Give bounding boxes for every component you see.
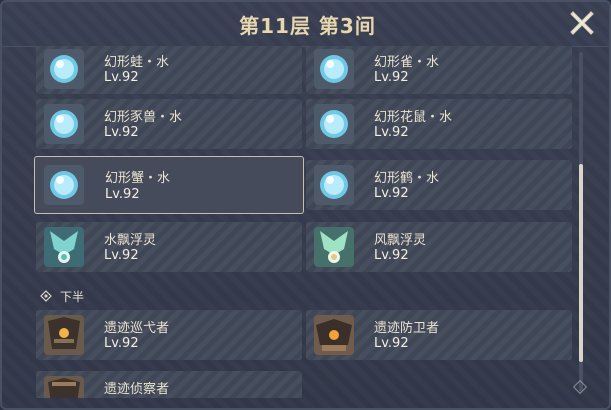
ruin-machine-icon <box>44 376 84 398</box>
enemy-level: Lv.92 <box>374 186 409 201</box>
enemy-card[interactable]: 幻形蛙・水 Lv.92 <box>36 46 302 94</box>
close-icon <box>570 11 594 35</box>
hydro-orb-icon <box>44 49 84 89</box>
section-label: 下半 <box>60 289 85 304</box>
enemy-name: 遗迹防卫者 <box>374 321 440 336</box>
enemy-card[interactable]: 幻形雀・水 Lv.92 <box>306 46 572 94</box>
enemy-name: 遗迹侦察者 <box>104 382 170 397</box>
diamond-icon <box>40 290 52 302</box>
hydro-orb-icon <box>314 49 354 89</box>
enemy-level: Lv.92 <box>104 70 139 85</box>
enemy-card[interactable]: 遗迹巡弋者 Lv.92 <box>36 310 302 360</box>
enemy-card[interactable]: 水飘浮灵 Lv.92 <box>36 222 302 272</box>
enemy-level: Lv.92 <box>104 336 139 351</box>
enemy-card[interactable]: 遗迹防卫者 Lv.92 <box>306 310 572 360</box>
ruin-machine-icon <box>314 315 354 355</box>
section-header-second-half: 下半 <box>40 286 84 306</box>
enemy-level: Lv.92 <box>374 125 409 140</box>
enemy-name: 水飘浮灵 <box>104 233 157 248</box>
enemy-level: Lv.92 <box>374 248 409 263</box>
enemy-card[interactable]: 遗迹侦察者 <box>36 371 302 398</box>
hydro-orb-icon <box>44 104 84 144</box>
enemy-name: 幻形蟹・水 <box>105 171 171 186</box>
enemy-level: Lv.92 <box>104 125 139 140</box>
enemy-level: Lv.92 <box>104 248 139 263</box>
scrollbar-track[interactable] <box>579 52 583 392</box>
hydro-orb-icon <box>44 165 84 205</box>
scrollbar-thumb[interactable] <box>579 164 583 362</box>
hydro-orb-icon <box>314 165 354 205</box>
enemy-list-panel: 第11层 第3间 幻形蛙・水 Lv.92 幻形雀・水 Lv.92 幻形豕兽・水 … <box>0 0 611 410</box>
enemy-name: 幻形雀・水 <box>374 55 440 70</box>
enemy-card[interactable]: 幻形花鼠・水 Lv.92 <box>306 99 572 149</box>
enemy-name: 幻形花鼠・水 <box>374 110 453 125</box>
enemy-level: Lv.92 <box>374 336 409 351</box>
enemy-card[interactable]: 幻形鹤・水 Lv.92 <box>306 160 572 210</box>
enemy-name: 风飘浮灵 <box>374 233 427 248</box>
hydro-specter-icon <box>44 227 84 267</box>
panel-title: 第11层 第3间 <box>239 13 376 38</box>
enemy-card[interactable]: 风飘浮灵 Lv.92 <box>306 222 572 272</box>
hydro-orb-icon <box>314 104 354 144</box>
enemy-name: 幻形蛙・水 <box>104 55 170 70</box>
enemy-card-selected[interactable]: 幻形蟹・水 Lv.92 <box>34 156 304 214</box>
enemy-level: Lv.92 <box>105 187 140 202</box>
corner-decoration <box>572 379 588 395</box>
enemy-name: 幻形豕兽・水 <box>104 110 183 125</box>
ruin-machine-icon <box>44 315 84 355</box>
close-button[interactable] <box>569 10 595 36</box>
anemo-specter-icon <box>314 227 354 267</box>
enemy-name: 幻形鹤・水 <box>374 171 440 186</box>
enemy-level: Lv.92 <box>374 70 409 85</box>
enemy-list[interactable]: 幻形蛙・水 Lv.92 幻形雀・水 Lv.92 幻形豕兽・水 Lv.92 幻形花… <box>34 46 574 398</box>
panel-header: 第11层 第3间 <box>2 2 611 47</box>
enemy-name: 遗迹巡弋者 <box>104 321 170 336</box>
enemy-card[interactable]: 幻形豕兽・水 Lv.92 <box>36 99 302 149</box>
